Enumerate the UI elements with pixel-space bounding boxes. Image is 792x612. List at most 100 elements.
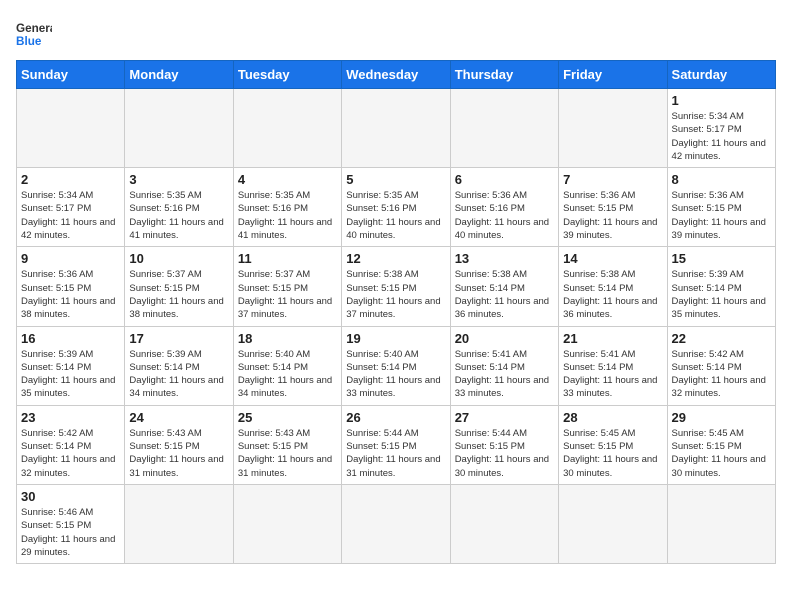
calendar-cell: 14Sunrise: 5:38 AMSunset: 5:14 PMDayligh…	[559, 247, 667, 326]
day-number: 27	[455, 410, 554, 425]
header-friday: Friday	[559, 61, 667, 89]
calendar-cell: 6Sunrise: 5:36 AMSunset: 5:16 PMDaylight…	[450, 168, 558, 247]
calendar-week-5: 23 Sunrise: 5:42 AMSunset: 5:14 PMDayligh…	[17, 405, 776, 484]
day-number: 9	[21, 251, 120, 266]
calendar-cell	[450, 89, 558, 168]
day-info: Sunrise: 5:44 AMSunset: 5:15 PMDaylight:…	[346, 427, 445, 480]
calendar-cell: 10 Sunrise: 5:37 AMSunset: 5:15 PMDayligh…	[125, 247, 233, 326]
day-info: Sunrise: 5:42 AMSunset: 5:14 PMDaylight:…	[672, 348, 771, 401]
calendar-cell: 20 Sunrise: 5:41 AMSunset: 5:14 PMDayligh…	[450, 326, 558, 405]
calendar-cell: 22 Sunrise: 5:42 AMSunset: 5:14 PMDayligh…	[667, 326, 775, 405]
header-wednesday: Wednesday	[342, 61, 450, 89]
page-header: General Blue	[16, 16, 776, 52]
calendar-cell: 19Sunrise: 5:40 AMSunset: 5:14 PMDayligh…	[342, 326, 450, 405]
calendar-cell	[559, 89, 667, 168]
calendar-header-row: SundayMondayTuesdayWednesdayThursdayFrid…	[17, 61, 776, 89]
day-info: Sunrise: 5:39 AMSunset: 5:14 PMDaylight:…	[129, 348, 228, 401]
day-info: Sunrise: 5:40 AMSunset: 5:14 PMDaylight:…	[346, 348, 445, 401]
calendar-cell: 27Sunrise: 5:44 AMSunset: 5:15 PMDayligh…	[450, 405, 558, 484]
day-info: Sunrise: 5:46 AMSunset: 5:15 PMDaylight:…	[21, 506, 120, 559]
calendar-cell: 25 Sunrise: 5:43 AMSunset: 5:15 PMDayligh…	[233, 405, 341, 484]
svg-text:Blue: Blue	[16, 35, 42, 48]
calendar-cell: 9 Sunrise: 5:36 AMSunset: 5:15 PMDaylight…	[17, 247, 125, 326]
calendar-cell: 15Sunrise: 5:39 AMSunset: 5:14 PMDayligh…	[667, 247, 775, 326]
day-number: 20	[455, 331, 554, 346]
day-info: Sunrise: 5:37 AMSunset: 5:15 PMDaylight:…	[238, 268, 337, 321]
day-info: Sunrise: 5:37 AMSunset: 5:15 PMDaylight:…	[129, 268, 228, 321]
calendar-week-4: 16 Sunrise: 5:39 AMSunset: 5:14 PMDayligh…	[17, 326, 776, 405]
calendar-cell: 4Sunrise: 5:35 AMSunset: 5:16 PMDaylight…	[233, 168, 341, 247]
day-info: Sunrise: 5:41 AMSunset: 5:14 PMDaylight:…	[563, 348, 662, 401]
day-number: 12	[346, 251, 445, 266]
day-info: Sunrise: 5:39 AMSunset: 5:14 PMDaylight:…	[21, 348, 120, 401]
day-info: Sunrise: 5:36 AMSunset: 5:15 PMDaylight:…	[21, 268, 120, 321]
calendar-cell: 17 Sunrise: 5:39 AMSunset: 5:14 PMDayligh…	[125, 326, 233, 405]
calendar-cell: 24Sunrise: 5:43 AMSunset: 5:15 PMDayligh…	[125, 405, 233, 484]
calendar-cell: 3Sunrise: 5:35 AMSunset: 5:16 PMDaylight…	[125, 168, 233, 247]
calendar-cell	[17, 89, 125, 168]
day-info: Sunrise: 5:45 AMSunset: 5:15 PMDaylight:…	[672, 427, 771, 480]
calendar-cell: 28Sunrise: 5:45 AMSunset: 5:15 PMDayligh…	[559, 405, 667, 484]
calendar-cell	[450, 484, 558, 563]
header-thursday: Thursday	[450, 61, 558, 89]
calendar-cell: 5 Sunrise: 5:35 AMSunset: 5:16 PMDaylight…	[342, 168, 450, 247]
day-number: 11	[238, 251, 337, 266]
calendar-cell	[125, 484, 233, 563]
calendar-week-2: 2 Sunrise: 5:34 AMSunset: 5:17 PMDaylight…	[17, 168, 776, 247]
header-monday: Monday	[125, 61, 233, 89]
day-number: 10	[129, 251, 228, 266]
day-info: Sunrise: 5:38 AMSunset: 5:14 PMDaylight:…	[563, 268, 662, 321]
day-info: Sunrise: 5:39 AMSunset: 5:14 PMDaylight:…	[672, 268, 771, 321]
day-info: Sunrise: 5:35 AMSunset: 5:16 PMDaylight:…	[346, 189, 445, 242]
calendar-cell: 12Sunrise: 5:38 AMSunset: 5:15 PMDayligh…	[342, 247, 450, 326]
calendar-cell: 29Sunrise: 5:45 AMSunset: 5:15 PMDayligh…	[667, 405, 775, 484]
calendar-cell: 16 Sunrise: 5:39 AMSunset: 5:14 PMDayligh…	[17, 326, 125, 405]
calendar-week-1: 1 Sunrise: 5:34 AMSunset: 5:17 PMDaylight…	[17, 89, 776, 168]
day-info: Sunrise: 5:41 AMSunset: 5:14 PMDaylight:…	[455, 348, 554, 401]
day-number: 13	[455, 251, 554, 266]
day-number: 5	[346, 172, 445, 187]
day-number: 25	[238, 410, 337, 425]
day-number: 24	[129, 410, 228, 425]
day-number: 8	[672, 172, 771, 187]
day-number: 17	[129, 331, 228, 346]
day-number: 16	[21, 331, 120, 346]
calendar-week-6: 30Sunrise: 5:46 AMSunset: 5:15 PMDayligh…	[17, 484, 776, 563]
calendar-cell	[125, 89, 233, 168]
calendar-cell	[667, 484, 775, 563]
calendar-week-3: 9 Sunrise: 5:36 AMSunset: 5:15 PMDaylight…	[17, 247, 776, 326]
day-info: Sunrise: 5:38 AMSunset: 5:14 PMDaylight:…	[455, 268, 554, 321]
day-number: 18	[238, 331, 337, 346]
day-info: Sunrise: 5:36 AMSunset: 5:15 PMDaylight:…	[563, 189, 662, 242]
calendar-cell	[559, 484, 667, 563]
calendar-cell	[342, 484, 450, 563]
day-number: 22	[672, 331, 771, 346]
header-tuesday: Tuesday	[233, 61, 341, 89]
calendar-cell: 13 Sunrise: 5:38 AMSunset: 5:14 PMDayligh…	[450, 247, 558, 326]
day-info: Sunrise: 5:43 AMSunset: 5:15 PMDaylight:…	[238, 427, 337, 480]
day-number: 23	[21, 410, 120, 425]
day-info: Sunrise: 5:42 AMSunset: 5:14 PMDaylight:…	[21, 427, 120, 480]
day-info: Sunrise: 5:34 AMSunset: 5:17 PMDaylight:…	[672, 110, 771, 163]
day-number: 1	[672, 93, 771, 108]
day-info: Sunrise: 5:34 AMSunset: 5:17 PMDaylight:…	[21, 189, 120, 242]
day-info: Sunrise: 5:40 AMSunset: 5:14 PMDaylight:…	[238, 348, 337, 401]
calendar-cell	[233, 484, 341, 563]
calendar-table: SundayMondayTuesdayWednesdayThursdayFrid…	[16, 60, 776, 564]
header-sunday: Sunday	[17, 61, 125, 89]
calendar-cell: 23 Sunrise: 5:42 AMSunset: 5:14 PMDayligh…	[17, 405, 125, 484]
calendar-cell	[233, 89, 341, 168]
day-number: 6	[455, 172, 554, 187]
day-number: 2	[21, 172, 120, 187]
calendar-cell: 2 Sunrise: 5:34 AMSunset: 5:17 PMDaylight…	[17, 168, 125, 247]
calendar-cell: 26Sunrise: 5:44 AMSunset: 5:15 PMDayligh…	[342, 405, 450, 484]
calendar-cell: 1 Sunrise: 5:34 AMSunset: 5:17 PMDaylight…	[667, 89, 775, 168]
day-number: 4	[238, 172, 337, 187]
svg-text:General: General	[16, 22, 52, 35]
day-number: 7	[563, 172, 662, 187]
logo-icon: General Blue	[16, 16, 52, 52]
calendar-cell: 7 Sunrise: 5:36 AMSunset: 5:15 PMDaylight…	[559, 168, 667, 247]
calendar-cell	[342, 89, 450, 168]
calendar-cell: 18 Sunrise: 5:40 AMSunset: 5:14 PMDayligh…	[233, 326, 341, 405]
day-info: Sunrise: 5:36 AMSunset: 5:15 PMDaylight:…	[672, 189, 771, 242]
